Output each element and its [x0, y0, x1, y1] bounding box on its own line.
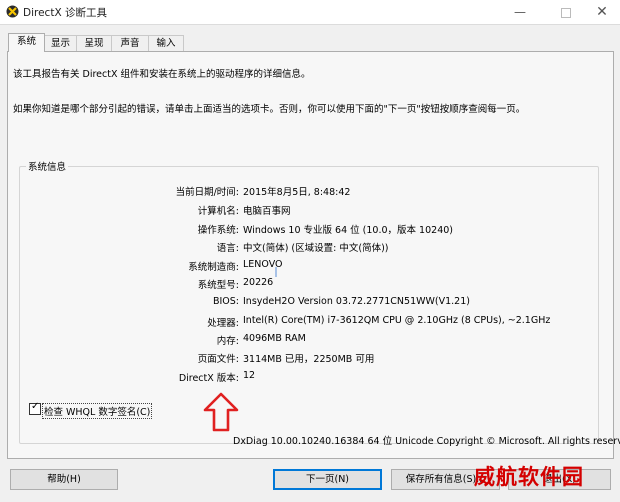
info-label: 语言:	[216, 243, 239, 254]
info-row-datetime: 当前日期/时间: 2015年8月5日, 8:48:42	[0, 184, 620, 198]
tab-input[interactable]: 输入	[148, 35, 184, 51]
tab-label: 显示	[50, 38, 70, 49]
info-row-manufacturer: 系统制造商: LENOVO	[0, 259, 620, 273]
info-value: 3114MB 已用，2250MB 可用	[243, 354, 375, 365]
directx-app-icon	[6, 5, 19, 18]
info-label: DirectX 版本:	[178, 373, 239, 384]
info-value: 中文(简体) (区域设置: 中文(简体))	[243, 243, 389, 254]
whql-checkbox[interactable]: ✓	[29, 401, 41, 415]
watermark-logo: 威航软件园	[474, 464, 584, 489]
info-label: 内存:	[216, 336, 239, 347]
info-label: 页面文件:	[197, 354, 239, 365]
info-label: 系统制造商:	[188, 262, 239, 273]
window-title: DirectX 诊断工具	[23, 7, 107, 19]
info-label: 操作系统:	[197, 225, 239, 236]
info-value: InsydeH2O Version 03.72.2771CN51WW(V1.21…	[243, 296, 470, 307]
info-label: 系统型号:	[197, 280, 239, 291]
info-row-language: 语言: 中文(简体) (区域设置: 中文(简体))	[0, 240, 620, 254]
info-label: 计算机名:	[197, 206, 239, 217]
info-value: 12	[243, 370, 256, 381]
whql-checkbox-label[interactable]: 检查 WHQL 数字签名(C)	[42, 403, 153, 419]
annotation-arrow-icon	[203, 392, 239, 432]
next-page-button[interactable]: 下一页(N)	[273, 469, 382, 490]
info-value: Windows 10 专业版 64 位 (10.0，版本 10240)	[243, 225, 453, 236]
maximize-button[interactable]	[546, 0, 586, 24]
system-info-group-title: 系统信息	[26, 159, 69, 173]
cursor-sparkle-icon	[275, 267, 277, 277]
maximize-icon	[561, 7, 571, 18]
info-row-processor: 处理器: Intel(R) Core(TM) i7-3612QM CPU @ 2…	[0, 315, 620, 329]
minimize-icon: —	[514, 5, 526, 19]
info-row-memory: 内存: 4096MB RAM	[0, 333, 620, 347]
help-button[interactable]: 帮助(H)	[10, 469, 118, 490]
close-icon: ✕	[596, 4, 608, 20]
info-row-pagefile: 页面文件: 3114MB 已用，2250MB 可用	[0, 351, 620, 365]
info-value: Intel(R) Core(TM) i7-3612QM CPU @ 2.10GH…	[243, 315, 551, 326]
info-value: 2015年8月5日, 8:48:42	[243, 187, 351, 198]
info-value: 4096MB RAM	[243, 333, 306, 344]
tab-label: 输入	[156, 38, 176, 49]
tab-render[interactable]: 呈现	[76, 35, 112, 51]
checkmark-icon: ✓	[31, 401, 40, 412]
title-bar: DirectX 诊断工具 — ✕	[0, 0, 620, 25]
tab-label: 系统	[16, 36, 36, 47]
info-label: 当前日期/时间:	[175, 187, 239, 198]
tab-label: 呈现	[84, 38, 104, 49]
info-row-bios: BIOS: InsydeH2O Version 03.72.2771CN51WW…	[0, 296, 620, 310]
intro-text-2: 如果你知道是哪个部分引起的错误，请单击上面适当的选项卡。否则，你可以使用下面的"…	[13, 104, 526, 115]
info-row-directx-version: DirectX 版本: 12	[0, 370, 620, 384]
close-button[interactable]: ✕	[582, 0, 620, 24]
tab-display[interactable]: 显示	[44, 35, 77, 51]
tab-system[interactable]: 系统	[8, 33, 45, 52]
intro-text-1: 该工具报告有关 DirectX 组件和安装在系统上的驱动程序的详细信息。	[13, 69, 311, 80]
info-row-os: 操作系统: Windows 10 专业版 64 位 (10.0，版本 10240…	[0, 222, 620, 236]
info-label: 处理器:	[207, 318, 239, 329]
info-value: 电脑百事网	[243, 206, 291, 217]
info-value: 20226	[243, 277, 274, 288]
info-label: BIOS:	[212, 296, 239, 307]
tab-sound[interactable]: 声音	[111, 35, 149, 51]
tab-label: 声音	[120, 38, 140, 49]
info-row-model: 系统型号: 20226	[0, 277, 620, 291]
info-row-computer-name: 计算机名: 电脑百事网	[0, 203, 620, 217]
version-copyright-text: DxDiag 10.00.10240.16384 64 位 Unicode Co…	[233, 436, 620, 447]
minimize-button[interactable]: —	[500, 0, 540, 24]
